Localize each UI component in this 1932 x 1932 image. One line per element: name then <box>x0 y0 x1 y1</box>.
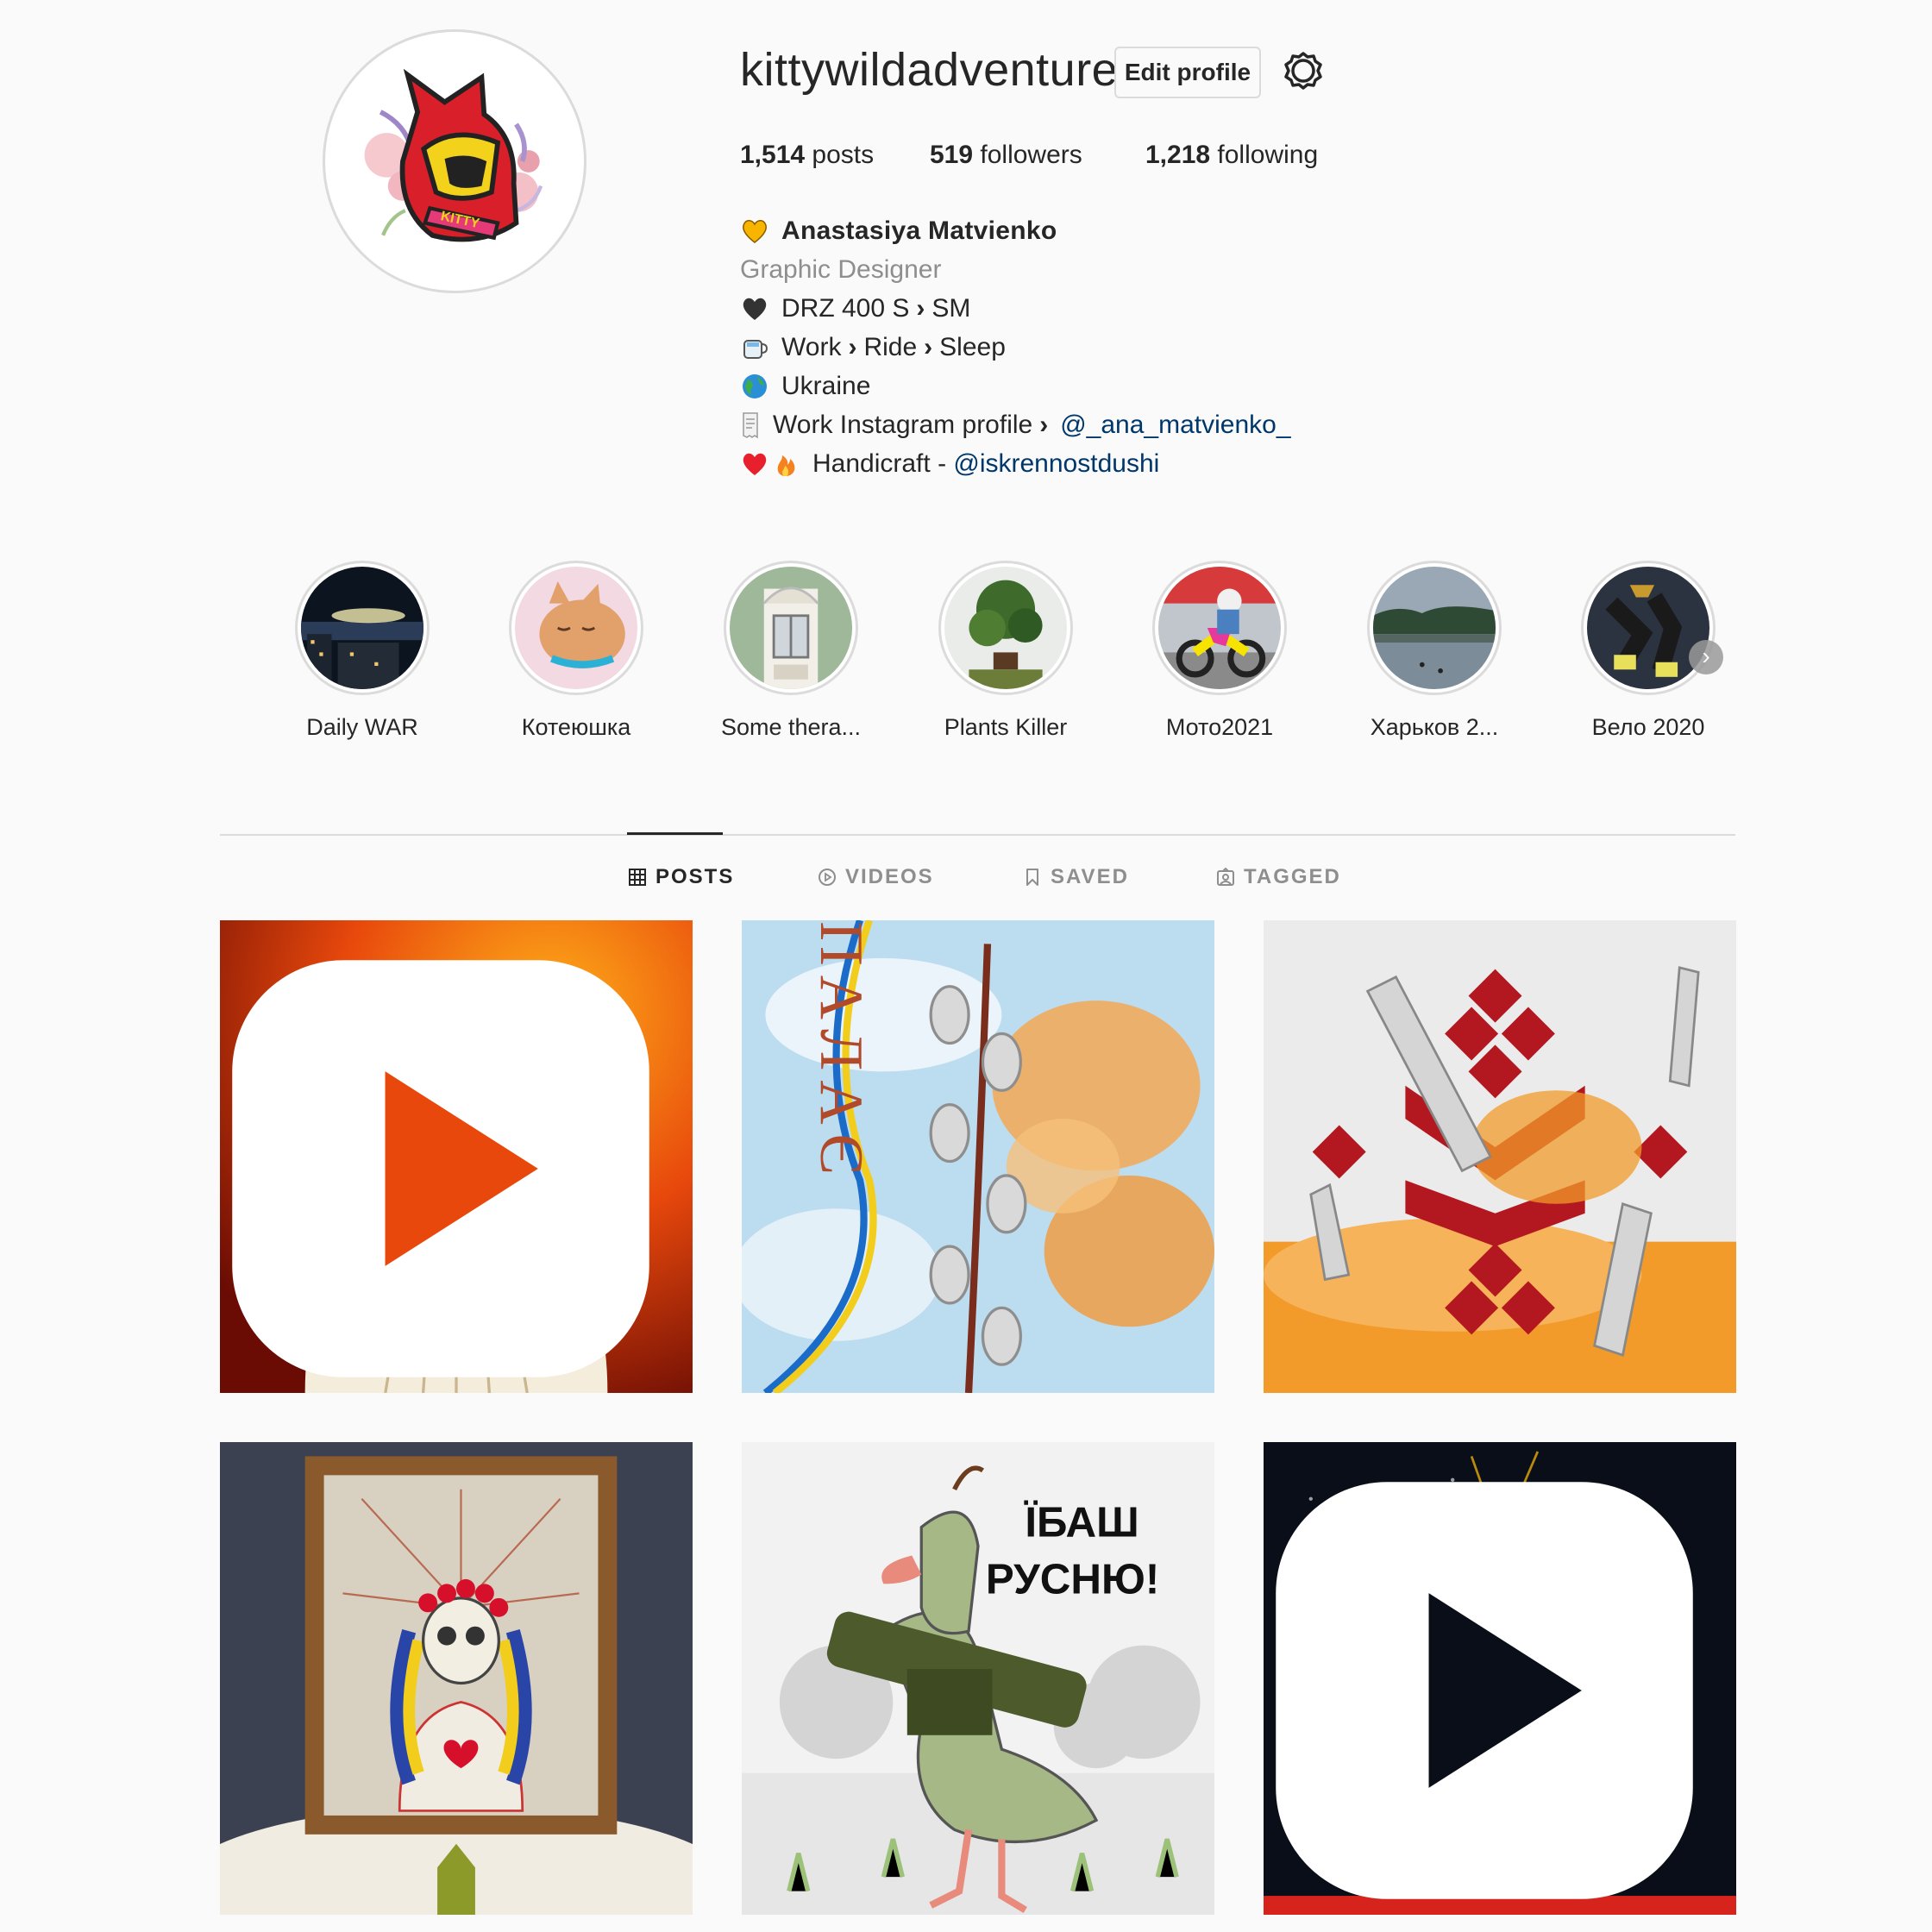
tag-person-icon <box>1217 868 1234 886</box>
bio-line-routine: Work › Ride › Sleep <box>740 328 1516 367</box>
bio-line-country: Ukraine <box>740 367 1516 405</box>
receipt-icon <box>740 411 761 440</box>
black-heart-icon <box>740 294 769 323</box>
highlight-cover <box>944 567 1067 689</box>
play-circle-icon <box>819 869 836 886</box>
highlight-label: Some thera... <box>720 714 862 740</box>
profile-bio: Anastasiya Matvienko Graphic Designer DR… <box>740 211 1516 483</box>
bio-line-bike: DRZ 400 S › SM <box>740 289 1516 328</box>
profile-avatar-ring[interactable]: KITTY <box>323 29 586 293</box>
yellow-heart-icon <box>740 216 769 246</box>
tab-saved[interactable]: SAVED <box>1023 865 1129 889</box>
red-heart-icon <box>740 449 769 479</box>
post-thumbnail[interactable] <box>220 1442 693 1915</box>
chevron-right-icon[interactable]: › <box>1689 640 1723 674</box>
highlight-koteyushka[interactable]: Котеюшка <box>499 561 654 741</box>
highlight-some-therapy[interactable]: Some thera... <box>713 561 869 741</box>
post-thumbnail[interactable]: ЇБАШ РУСНЮ! <box>742 1442 1214 1915</box>
post-thumbnail[interactable] <box>1264 1442 1736 1915</box>
highlight-daily-war[interactable]: Daily WAR <box>285 561 440 741</box>
bio-line-handicraft: Handicraft - @iskrennostdushi <box>740 444 1516 483</box>
highlight-label: Plants Killer <box>944 714 1068 740</box>
bookmark-icon <box>1026 869 1038 886</box>
tab-posts[interactable]: POSTS <box>628 865 734 889</box>
followers-link[interactable]: 519 followers <box>930 141 1082 170</box>
highlight-cover <box>1158 567 1281 689</box>
highlight-cover <box>1373 567 1496 689</box>
highlight-label: Котеюшка <box>521 714 631 740</box>
tab-tagged[interactable]: TAGGED <box>1216 865 1341 889</box>
play-icon <box>1276 1482 1693 1899</box>
highlight-label: Вело 2020 <box>1591 714 1705 740</box>
gear-icon[interactable] <box>1283 50 1324 91</box>
highlight-plants-killer[interactable]: Plants Killer <box>928 561 1083 741</box>
post-art-text: ЇБАШ <box>1023 1499 1138 1546</box>
active-tab-indicator <box>627 832 723 835</box>
tabs-divider <box>220 834 1735 836</box>
story-highlights: Daily WAR Котеюшка Some thera... Plants … <box>285 561 1734 759</box>
chevron-right-icon: › <box>916 294 925 323</box>
highlight-cover <box>730 567 852 689</box>
highlight-label: Daily WAR <box>306 714 418 740</box>
highlight-cover <box>515 567 637 689</box>
chevron-right-icon: › <box>848 333 857 361</box>
post-thumbnail[interactable] <box>220 920 693 1393</box>
post-thumbnail[interactable]: ПАЛАЄ <box>742 920 1214 1393</box>
post-art-text: ПАЛАЄ <box>807 921 875 1183</box>
work-profile-mention-link[interactable]: @_ana_matvienko_ <box>1060 405 1290 444</box>
fire-icon <box>771 449 800 479</box>
post-thumbnail[interactable] <box>1264 920 1736 1393</box>
highlight-label: Мото2021 <box>1165 714 1274 740</box>
handicraft-mention-link[interactable]: @iskrennostdushi <box>953 444 1159 483</box>
chevron-right-icon: › <box>924 333 933 361</box>
bio-category: Graphic Designer <box>740 255 942 284</box>
edit-profile-button[interactable]: Edit profile <box>1114 47 1261 98</box>
bio-name-line: Anastasiya Matvienko <box>740 211 1516 250</box>
globe-icon <box>740 372 769 401</box>
coffee-cup-icon <box>740 333 769 362</box>
profile-username: kittywildadventure <box>740 44 1119 96</box>
grid-icon <box>629 869 646 886</box>
avatar[interactable]: KITTY <box>331 38 578 285</box>
highlight-moto2021[interactable]: Мото2021 <box>1142 561 1297 741</box>
play-icon <box>232 960 649 1377</box>
highlight-cover <box>301 567 423 689</box>
following-link[interactable]: 1,218 following <box>1145 141 1318 170</box>
post-art-text: РУСНЮ! <box>986 1555 1159 1603</box>
tab-videos[interactable]: VIDEOS <box>818 865 934 889</box>
highlight-kharkiv[interactable]: Харьков 2... <box>1357 561 1512 741</box>
bio-line-work-profile: Work Instagram profile › @_ana_matvienko_ <box>740 405 1516 444</box>
full-name: Anastasiya Matvienko <box>781 216 1057 245</box>
highlight-label: Харьков 2... <box>1370 714 1499 740</box>
highlight-cover <box>1587 567 1709 689</box>
posts-count: 1,514 posts <box>740 141 875 169</box>
chevron-right-icon: › <box>1039 411 1049 439</box>
